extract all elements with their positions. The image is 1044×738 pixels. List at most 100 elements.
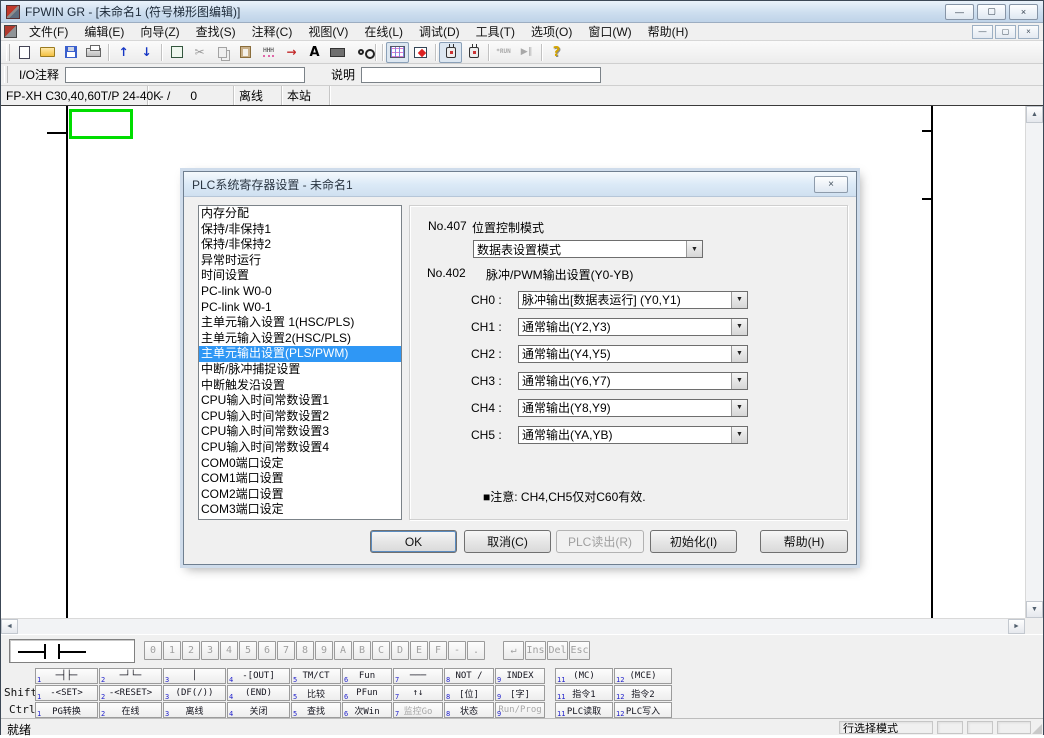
position-control-mode-select[interactable]: 数据表设置模式 ▼ [473, 240, 703, 258]
window-monitor-button[interactable] [409, 42, 432, 63]
initialize-button[interactable]: 初始化(I) [650, 530, 737, 553]
dialog-title-bar[interactable]: PLC系统寄存器设置 - 未命名1 × [184, 172, 856, 197]
copy-button[interactable] [211, 42, 234, 63]
function-key[interactable]: 1─┤├─ [35, 668, 98, 684]
channel-output-select[interactable]: 通常输出(Y2,Y3) ▼ [518, 318, 748, 336]
menu-item[interactable]: 工具(T) [468, 22, 523, 41]
horizontal-scrollbar[interactable]: ◄ ► [1, 618, 1025, 634]
menu-item[interactable]: 调试(D) [411, 22, 468, 41]
keypad-key[interactable]: C [372, 641, 390, 660]
channel-output-select[interactable]: 脉冲输出[数据表运行] (Y0,Y1) ▼ [518, 291, 748, 309]
print-button[interactable] [82, 42, 105, 63]
function-key[interactable]: 12(MCE) [614, 668, 672, 684]
keypad-key[interactable]: 6 [258, 641, 276, 660]
keypad-key[interactable]: 7 [277, 641, 295, 660]
cut-button[interactable]: ✂ [188, 42, 211, 63]
keypad-key[interactable]: B [353, 641, 371, 660]
keypad-key[interactable]: . [467, 641, 485, 660]
keypad-key[interactable]: 3 [201, 641, 219, 660]
scroll-left-button[interactable]: ◄ [1, 619, 18, 634]
menu-item[interactable]: 视图(V) [300, 22, 356, 41]
run-mode-button[interactable]: *RUN [492, 42, 515, 63]
keypad-key[interactable]: 5 [239, 641, 257, 660]
open-button[interactable] [36, 42, 59, 63]
function-key[interactable]: 3(DF(/)) [163, 685, 226, 701]
function-key[interactable]: 1-<SET> [35, 685, 98, 701]
cancel-button[interactable]: 取消(C) [464, 530, 551, 553]
mdi-restore-button[interactable]: ▢ [995, 25, 1016, 39]
function-key[interactable]: 11指令1 [555, 685, 613, 701]
select-window-button[interactable] [165, 42, 188, 63]
function-key[interactable]: 4-[OUT] [227, 668, 290, 684]
keypad-key[interactable]: 2 [182, 641, 200, 660]
toolbar-handle[interactable] [4, 66, 8, 83]
channel-output-select[interactable]: 通常输出(Y6,Y7) ▼ [518, 372, 748, 390]
register-list-item[interactable]: 时间设置 [199, 268, 401, 284]
register-list-item[interactable]: COM2端口设置 [199, 487, 401, 503]
register-list-item[interactable]: CPU输入时间常数设置2 [199, 409, 401, 425]
description-input[interactable] [361, 67, 601, 83]
help-button[interactable]: ? [545, 42, 568, 63]
function-key[interactable]: 6PFun [342, 685, 392, 701]
dialog-close-button[interactable]: × [814, 176, 848, 193]
function-key[interactable]: 4(END) [227, 685, 290, 701]
keypad-key[interactable]: - [448, 641, 466, 660]
jump-button[interactable]: → [280, 42, 303, 63]
menu-item[interactable]: 在线(L) [356, 22, 411, 41]
function-key[interactable]: 2-<RESET> [99, 685, 162, 701]
keypad-key[interactable]: A [334, 641, 352, 660]
function-key[interactable]: 8[位] [444, 685, 494, 701]
online-button[interactable] [439, 42, 462, 63]
register-list-item[interactable]: 异常时运行 [199, 253, 401, 269]
toolbar-handle[interactable] [6, 44, 10, 61]
menu-item[interactable]: 帮助(H) [640, 22, 697, 41]
menu-item[interactable]: 文件(F) [21, 22, 76, 41]
register-list-item[interactable]: 主单元输入设置 1(HSC/PLS) [199, 315, 401, 331]
close-button[interactable]: × [1009, 4, 1038, 20]
save-button[interactable] [59, 42, 82, 63]
register-list-item[interactable]: PC-link W0-1 [199, 300, 401, 316]
minimize-button[interactable]: — [945, 4, 974, 20]
function-key[interactable]: 7↑↓ [393, 685, 443, 701]
function-key[interactable]: 5查找 [291, 702, 341, 718]
function-key[interactable]: 11PLC读取 [555, 702, 613, 718]
ok-button[interactable]: OK [370, 530, 457, 553]
edit-key[interactable]: Del [547, 641, 568, 660]
menu-item[interactable]: 查找(S) [188, 22, 244, 41]
chevron-down-icon[interactable]: ▼ [731, 346, 747, 362]
edit-key[interactable]: ↵ [503, 641, 524, 660]
keypad-key[interactable]: D [391, 641, 409, 660]
keypad-key[interactable]: 4 [220, 641, 238, 660]
keypad-key[interactable]: E [410, 641, 428, 660]
function-key[interactable]: 12PLC写入 [614, 702, 672, 718]
run-pause-button[interactable]: ▶∥ [515, 42, 538, 63]
register-list-item[interactable]: 主单元输出设置(PLS/PWM) [199, 346, 401, 362]
function-key[interactable]: 5TM/CT [291, 668, 341, 684]
chevron-down-icon[interactable]: ▼ [731, 400, 747, 416]
function-key[interactable]: 4关闭 [227, 702, 290, 718]
keypad-key[interactable]: 1 [163, 641, 181, 660]
function-key[interactable]: 5比较 [291, 685, 341, 701]
function-key[interactable]: 3离线 [163, 702, 226, 718]
resize-grip[interactable] [1032, 724, 1042, 734]
function-key[interactable]: 9INDEX [495, 668, 545, 684]
menu-item[interactable]: 注释(C) [244, 22, 301, 41]
function-key[interactable]: 11(MC) [555, 668, 613, 684]
menu-item[interactable]: 编辑(E) [76, 22, 132, 41]
function-key[interactable]: 8NOT / [444, 668, 494, 684]
chevron-down-icon[interactable]: ▼ [731, 373, 747, 389]
offline-button[interactable] [462, 42, 485, 63]
register-list-item[interactable]: 中断/脉冲捕捉设置 [199, 362, 401, 378]
register-list-item[interactable]: COM1端口设置 [199, 471, 401, 487]
register-list-item[interactable]: 保持/非保持1 [199, 222, 401, 238]
function-key[interactable]: 2─┘└─ [99, 668, 162, 684]
new-button[interactable] [13, 42, 36, 63]
mdi-minimize-button[interactable]: — [972, 25, 993, 39]
chevron-down-icon[interactable]: ▼ [731, 292, 747, 308]
download-program-button[interactable]: ↓ [135, 42, 158, 63]
help-button[interactable]: 帮助(H) [760, 530, 848, 553]
text-comment-button[interactable]: A [303, 42, 326, 63]
function-key[interactable]: 7监控Go [393, 702, 443, 718]
function-key[interactable]: 6Fun [342, 668, 392, 684]
function-key[interactable]: 1PG转换 [35, 702, 98, 718]
